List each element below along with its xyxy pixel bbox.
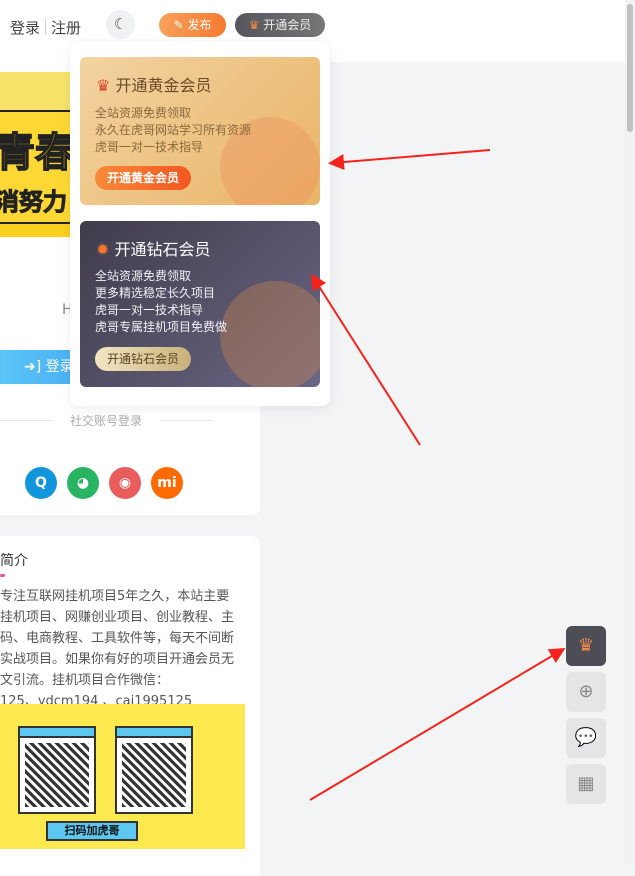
annotation-arrows (309, 149, 566, 801)
arrow-to-gold (328, 149, 491, 170)
arrow-to-float-vip (309, 647, 566, 801)
arrow-to-diamond (310, 273, 421, 446)
